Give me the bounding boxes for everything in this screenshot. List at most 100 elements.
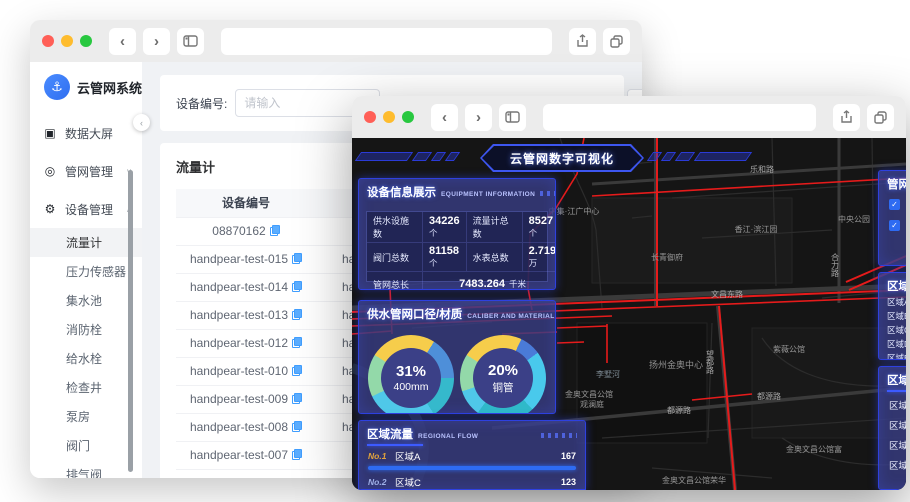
app-logo-icon: ⚓: [44, 74, 70, 100]
header-decoration-right: [646, 152, 768, 161]
caliber-donut-chart[interactable]: 31% 400mm: [368, 335, 454, 413]
copy-icon[interactable]: [292, 421, 303, 432]
address-bar[interactable]: [221, 27, 552, 55]
copy-icon[interactable]: [292, 365, 303, 376]
minimize-window-button[interactable]: [383, 111, 395, 123]
sidebar-subitem-collecting-tank[interactable]: 集水池: [30, 286, 142, 315]
sidebar-item-device-management[interactable]: ⚙ 设备管理 ∧: [30, 190, 142, 228]
donut-percent: 20%: [487, 361, 519, 379]
copy-icon[interactable]: [269, 225, 280, 236]
rank-badge: No.1: [368, 451, 387, 461]
region-row: 区域B: [889, 401, 906, 412]
legend-item: 区域C: [887, 325, 906, 335]
sidebar-toggle-icon[interactable]: [177, 27, 204, 55]
copy-icon[interactable]: [292, 337, 303, 348]
app-title: 云管网系统: [77, 80, 143, 96]
sidebar-item-pipe-management[interactable]: ◎ 管网管理 ∨: [30, 152, 142, 190]
back-button[interactable]: ‹: [431, 103, 458, 131]
sidebar-subitem-exhaust-valve[interactable]: 排气阀: [30, 460, 142, 478]
share-icon[interactable]: [833, 103, 860, 131]
address-bar[interactable]: [543, 103, 816, 131]
donut-label: 铜管: [492, 381, 514, 394]
layer-checkbox-import[interactable]: ✓ 导入: [879, 213, 906, 234]
device-icon: ⚙: [44, 202, 56, 216]
share-icon[interactable]: [569, 27, 596, 55]
checkbox-checked-icon[interactable]: ✓: [889, 219, 900, 231]
forward-button[interactable]: ›: [465, 103, 492, 131]
sidebar-subitem-flow-meter[interactable]: 流量计: [30, 228, 142, 257]
stat-label: 流量计总数: [466, 212, 523, 243]
panel-title: 区域流量: [367, 429, 413, 441]
browser-chrome[interactable]: ‹ ›: [352, 96, 906, 138]
map-label: 都源路: [667, 405, 691, 415]
minimize-window-button[interactable]: [61, 35, 73, 47]
zoom-window-button[interactable]: [402, 111, 414, 123]
equipment-info-panel: 设备信息展示 EQUIPMENT INFORMATION 供水设施数 34226…: [358, 178, 556, 290]
sidebar-subitem-pressure-sensor[interactable]: 压力传感器: [30, 257, 142, 286]
flow-rank-row: No.2 区域C 123: [368, 477, 576, 489]
flow-rank-row: No.1 区域A 167: [368, 451, 576, 463]
pipe-layers-panel: 管网图层 ✓ 全选 ✓ 导入: [878, 170, 906, 266]
map-label: 中集·江广中心: [549, 206, 600, 216]
zoom-window-button[interactable]: [80, 35, 92, 47]
col-device-id: 设备编号: [176, 189, 316, 218]
close-window-button[interactable]: [42, 35, 54, 47]
stat-label: 水表总数: [466, 243, 523, 272]
header-decoration-left: [354, 152, 476, 161]
map-label: 金奥文昌公馆荣华: [662, 475, 726, 485]
gis-dashboard: 中集·江广中心 乐和路 香江·滨江园 中央公园 长青御府 文昌东路 合力路 扬州…: [352, 138, 906, 490]
stat-value: 2.719: [528, 245, 556, 257]
stat-label: 阀门总数: [367, 243, 423, 272]
sidebar-subitem-valve[interactable]: 阀门: [30, 431, 142, 460]
map-label: 都源路: [757, 391, 781, 401]
legend-item: 区域B: [887, 311, 906, 321]
flow-bar: [368, 466, 576, 470]
sidebar-subitem-pump-house[interactable]: 泵房: [30, 402, 142, 431]
checkbox-checked-icon[interactable]: ✓: [889, 198, 900, 210]
dashboard-title: 云管网数字可视化: [509, 151, 614, 166]
copy-icon[interactable]: [292, 253, 303, 264]
tabs-overview-icon[interactable]: [603, 27, 630, 55]
donut-label: 400mm: [393, 381, 429, 393]
screen-icon: ▣: [44, 126, 56, 140]
title-decoration: [540, 191, 555, 196]
stat-label: 供水设施数: [367, 212, 423, 243]
region-row: 区域E: [889, 461, 906, 472]
copy-icon[interactable]: [292, 449, 303, 460]
regional-peak-panel: 区域峰值 区域A 区域B 区域C 区域D 区域E 0: [878, 272, 906, 360]
donut-percent: 31%: [395, 363, 427, 380]
brand: ⚓ 云管网系统: [30, 62, 142, 114]
stat-value: 7483.264: [459, 278, 505, 290]
layer-checkbox-select-all[interactable]: ✓ 全选: [879, 192, 906, 213]
sidebar-item-data-screen[interactable]: ▣ 数据大屏: [30, 114, 142, 152]
copy-icon[interactable]: [292, 393, 303, 404]
close-window-button[interactable]: [364, 111, 376, 123]
regional-flow-right-panel: 区域流量 区域B 区域C 区域D 区域E: [878, 366, 906, 490]
legend-item: 区域D: [887, 339, 906, 349]
back-button[interactable]: ‹: [109, 27, 136, 55]
sidebar-subitem-fire-hydrant[interactable]: 消防栓: [30, 315, 142, 344]
stat-value: 34226: [429, 215, 460, 227]
legend-item: 区域A: [887, 297, 906, 307]
caliber-material-panel: 供水管网口径/材质 CALIBER AND MATERIAL 31% 400mm…: [358, 300, 556, 414]
dashboard-title-badge: 云管网数字可视化: [480, 144, 644, 172]
copy-icon[interactable]: [292, 281, 303, 292]
panel-title: 区域峰值: [887, 281, 906, 293]
stat-label: 管网总长: [367, 272, 423, 289]
sidebar-toggle-icon[interactable]: [499, 103, 526, 131]
map-label: 李墅河: [596, 369, 620, 379]
map-label: 长青御府: [651, 252, 683, 262]
material-donut-chart[interactable]: 20% 铜管: [460, 335, 546, 413]
browser-chrome[interactable]: ‹ ›: [30, 20, 642, 62]
sidebar-collapse-button[interactable]: ‹: [133, 114, 150, 131]
region-row: 区域C: [889, 421, 906, 432]
tabs-overview-icon[interactable]: [867, 103, 894, 131]
sidebar-scrollbar[interactable]: [128, 170, 133, 472]
map-label: 中央公园: [838, 214, 870, 224]
panel-title: 区域流量: [887, 375, 906, 387]
device-id-label: 设备编号:: [176, 96, 228, 111]
copy-icon[interactable]: [292, 309, 303, 320]
sidebar-subitem-water-hydrant[interactable]: 给水栓: [30, 344, 142, 373]
forward-button[interactable]: ›: [143, 27, 170, 55]
sidebar-subitem-inspection-well[interactable]: 检查井: [30, 373, 142, 402]
